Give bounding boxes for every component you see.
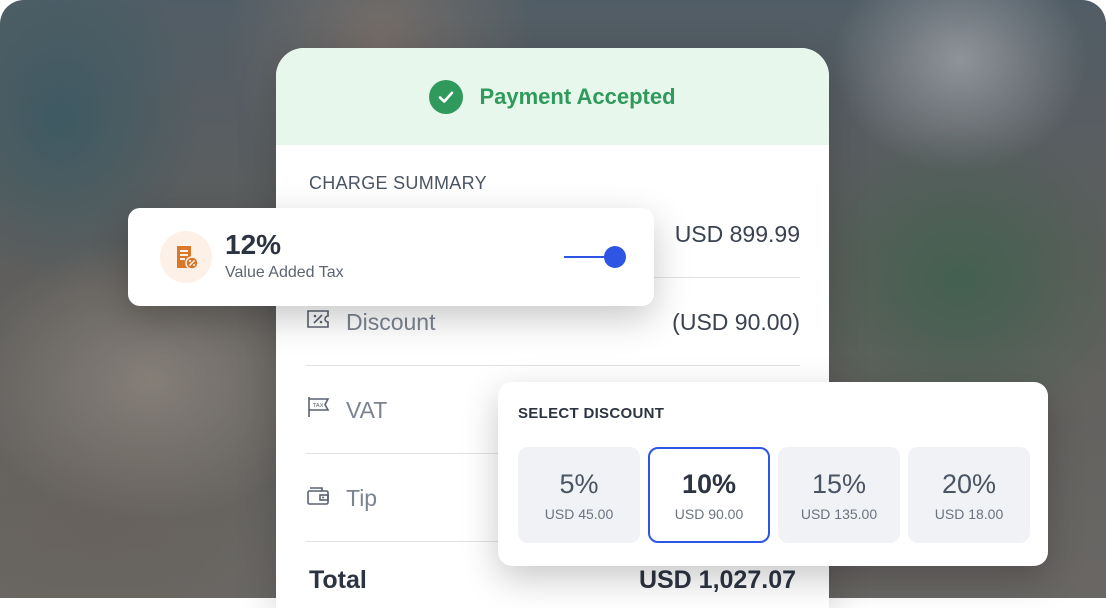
discount-option-10[interactable]: 10% USD 90.00 — [648, 447, 770, 543]
select-discount-popup: SELECT DISCOUNT 5% USD 45.00 10% USD 90.… — [498, 382, 1048, 566]
tip-label: Tip — [346, 484, 378, 511]
payment-status-title: Payment Accepted — [479, 83, 676, 109]
svg-text:TAX: TAX — [312, 403, 324, 409]
discount-option-percent: 20% — [941, 468, 997, 499]
invoice-percent-icon — [160, 231, 212, 283]
discount-option-20[interactable]: 20% USD 18.00 — [908, 447, 1030, 543]
vat-rate-popup: 12% Value Added Tax — [128, 208, 654, 306]
toggle-knob[interactable] — [604, 246, 626, 268]
vat-rate-label: Value Added Tax — [225, 264, 344, 281]
payment-status-banner: Payment Accepted — [276, 48, 829, 145]
discount-option-amount: USD 45.00 — [544, 505, 614, 522]
discount-option-percent: 5% — [559, 468, 599, 499]
vat-rate-percent: 12% — [225, 229, 282, 260]
vat-label: VAT — [346, 396, 388, 423]
discount-option-amount: USD 90.00 — [674, 505, 744, 522]
discount-tag-icon — [306, 307, 330, 337]
total-row: Total USD 1,027.07 — [309, 566, 796, 595]
wallet-icon — [306, 483, 330, 513]
discount-option-15[interactable]: 15% USD 135.00 — [778, 447, 900, 543]
discount-option-percent: 15% — [811, 468, 867, 499]
discount-option-amount: USD 135.00 — [800, 505, 878, 522]
discount-option-5[interactable]: 5% USD 45.00 — [518, 447, 640, 543]
vat-toggle-switch[interactable] — [562, 245, 628, 269]
check-circle-icon — [429, 79, 464, 114]
subtotal-value: USD 899.99 — [674, 220, 800, 247]
discount-option-percent: 10% — [681, 468, 737, 499]
discount-option-amount: USD 18.00 — [934, 505, 1004, 522]
tax-flag-icon: TAX — [306, 395, 330, 425]
total-label: Total — [309, 566, 367, 594]
total-value: USD 1,027.07 — [638, 566, 796, 594]
select-discount-title: SELECT DISCOUNT — [518, 405, 665, 422]
discount-value: (USD 90.00) — [672, 308, 800, 335]
discount-label: Discount — [346, 308, 436, 335]
